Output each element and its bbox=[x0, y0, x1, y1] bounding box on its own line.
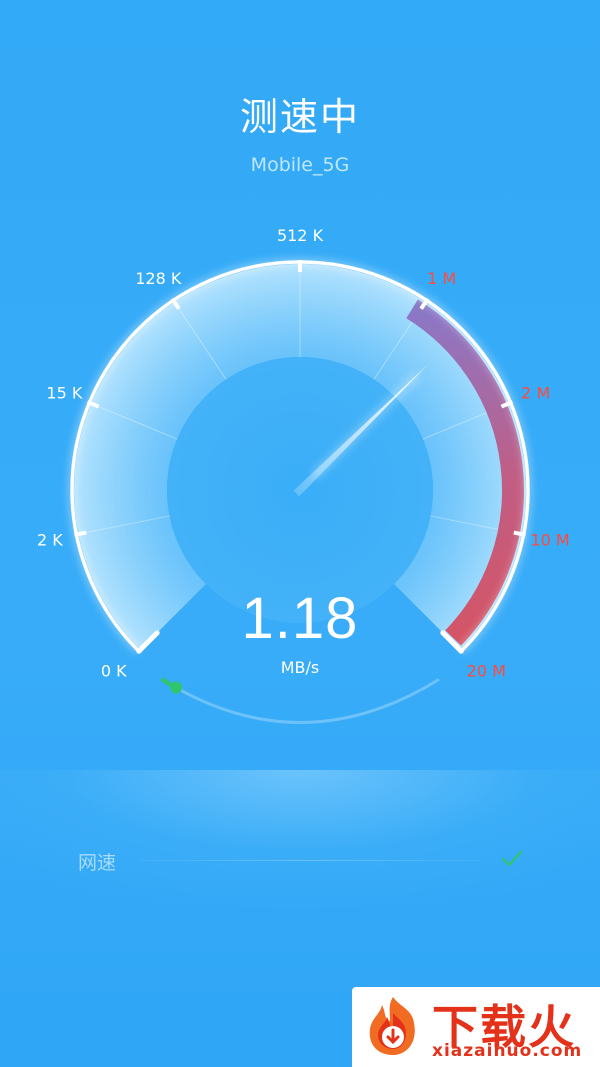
result-row-label: 网速 bbox=[78, 852, 117, 874]
gauge-tick-label: 2 K bbox=[37, 531, 63, 550]
gauge-tick bbox=[513, 530, 526, 537]
progress-track bbox=[161, 678, 440, 724]
gauge-tick bbox=[74, 530, 87, 537]
gauge-tick-label: 2 M bbox=[521, 383, 550, 402]
watermark-badge: 下载火 xiazaihuo.com bbox=[352, 987, 600, 1067]
watermark-url: xiazaihuo.com bbox=[432, 1041, 583, 1061]
result-row-speed: 网速 bbox=[78, 848, 528, 878]
check-icon bbox=[501, 850, 523, 867]
gauge-tick-label: 10 M bbox=[530, 531, 569, 550]
result-row-divider bbox=[140, 860, 480, 861]
gauge-tick-label: 1 M bbox=[427, 269, 456, 288]
flame-logo-icon bbox=[369, 997, 415, 1055]
speed-unit: MB/s bbox=[280, 658, 320, 677]
gauge-tick-label: 15 K bbox=[46, 383, 82, 402]
gauge-tick-label: 128 K bbox=[135, 269, 182, 288]
progress-dot bbox=[170, 681, 182, 694]
gauge-tick-label: 512 K bbox=[277, 226, 324, 245]
speed-value: 1.18 bbox=[241, 586, 359, 651]
